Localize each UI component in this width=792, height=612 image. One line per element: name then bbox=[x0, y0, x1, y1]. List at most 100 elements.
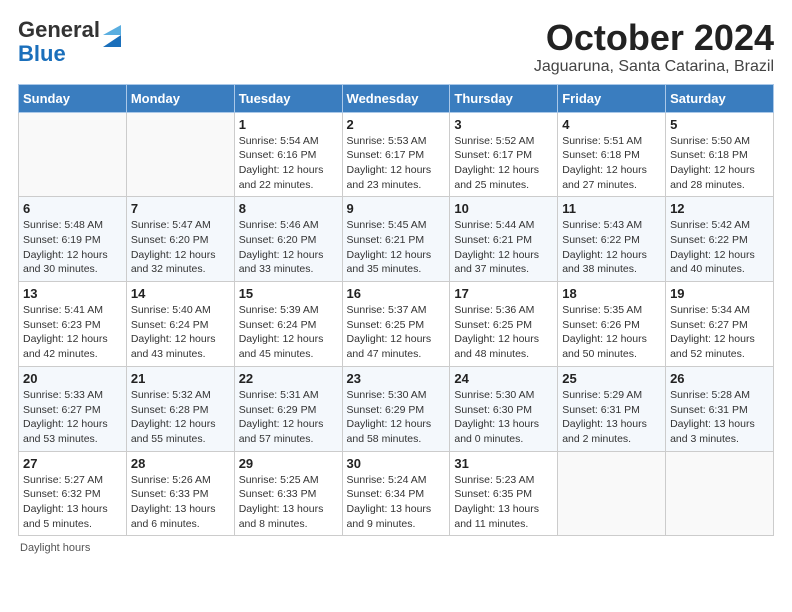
calendar-cell bbox=[558, 451, 666, 536]
calendar-cell: 21 Sunrise: 5:32 AM Sunset: 6:28 PM Dayli… bbox=[126, 366, 234, 451]
logo: General Blue bbox=[18, 18, 121, 66]
day-number: 16 bbox=[347, 286, 446, 301]
day-info: Sunrise: 5:54 AM Sunset: 6:16 PM Dayligh… bbox=[239, 134, 338, 193]
day-number: 2 bbox=[347, 117, 446, 132]
day-info: Sunrise: 5:34 AM Sunset: 6:27 PM Dayligh… bbox=[670, 303, 769, 362]
day-number: 29 bbox=[239, 456, 338, 471]
calendar-cell: 18 Sunrise: 5:35 AM Sunset: 6:26 PM Dayli… bbox=[558, 282, 666, 367]
day-number: 7 bbox=[131, 201, 230, 216]
calendar-week-row: 13 Sunrise: 5:41 AM Sunset: 6:23 PM Dayli… bbox=[19, 282, 774, 367]
day-number: 13 bbox=[23, 286, 122, 301]
calendar-cell: 17 Sunrise: 5:36 AM Sunset: 6:25 PM Dayli… bbox=[450, 282, 558, 367]
calendar-header-thursday: Thursday bbox=[450, 84, 558, 112]
calendar-week-row: 6 Sunrise: 5:48 AM Sunset: 6:19 PM Daylig… bbox=[19, 197, 774, 282]
calendar-cell: 24 Sunrise: 5:30 AM Sunset: 6:30 PM Dayli… bbox=[450, 366, 558, 451]
day-info: Sunrise: 5:36 AM Sunset: 6:25 PM Dayligh… bbox=[454, 303, 553, 362]
day-number: 4 bbox=[562, 117, 661, 132]
day-info: Sunrise: 5:37 AM Sunset: 6:25 PM Dayligh… bbox=[347, 303, 446, 362]
calendar-cell: 5Sunrise: 5:50 AM Sunset: 6:18 PM Daylig… bbox=[666, 112, 774, 197]
calendar-cell: 28 Sunrise: 5:26 AM Sunset: 6:33 PM Dayli… bbox=[126, 451, 234, 536]
calendar-cell: 2 Sunrise: 5:53 AM Sunset: 6:17 PM Daylig… bbox=[342, 112, 450, 197]
day-number: 27 bbox=[23, 456, 122, 471]
calendar-cell: 14 Sunrise: 5:40 AM Sunset: 6:24 PM Dayli… bbox=[126, 282, 234, 367]
day-info: Sunrise: 5:41 AM Sunset: 6:23 PM Dayligh… bbox=[23, 303, 122, 362]
calendar-cell: 3Sunrise: 5:52 AM Sunset: 6:17 PM Daylig… bbox=[450, 112, 558, 197]
calendar-cell: 15 Sunrise: 5:39 AM Sunset: 6:24 PM Dayli… bbox=[234, 282, 342, 367]
calendar-week-row: 20 Sunrise: 5:33 AM Sunset: 6:27 PM Dayli… bbox=[19, 366, 774, 451]
calendar-cell: 16 Sunrise: 5:37 AM Sunset: 6:25 PM Dayli… bbox=[342, 282, 450, 367]
day-info: Sunrise: 5:29 AM Sunset: 6:31 PM Dayligh… bbox=[562, 388, 661, 447]
day-info: Sunrise: 5:30 AM Sunset: 6:30 PM Dayligh… bbox=[454, 388, 553, 447]
day-info: Sunrise: 5:32 AM Sunset: 6:28 PM Dayligh… bbox=[131, 388, 230, 447]
page: General Blue October 2024 Jaguaruna, San… bbox=[0, 0, 792, 564]
day-info: Sunrise: 5:28 AM Sunset: 6:31 PM Dayligh… bbox=[670, 388, 769, 447]
day-info: Sunrise: 5:27 AM Sunset: 6:32 PM Dayligh… bbox=[23, 473, 122, 532]
day-info: Sunrise: 5:46 AM Sunset: 6:20 PM Dayligh… bbox=[239, 218, 338, 277]
calendar-header-row: SundayMondayTuesdayWednesdayThursdayFrid… bbox=[19, 84, 774, 112]
day-info: Sunrise: 5:45 AM Sunset: 6:21 PM Dayligh… bbox=[347, 218, 446, 277]
calendar-header-friday: Friday bbox=[558, 84, 666, 112]
page-subtitle: Jaguaruna, Santa Catarina, Brazil bbox=[534, 58, 774, 76]
calendar-table: SundayMondayTuesdayWednesdayThursdayFrid… bbox=[18, 84, 774, 537]
day-number: 28 bbox=[131, 456, 230, 471]
day-number: 23 bbox=[347, 371, 446, 386]
calendar-cell bbox=[666, 451, 774, 536]
logo-general: General Blue bbox=[18, 18, 100, 66]
day-info: Sunrise: 5:48 AM Sunset: 6:19 PM Dayligh… bbox=[23, 218, 122, 277]
day-info: Sunrise: 5:47 AM Sunset: 6:20 PM Dayligh… bbox=[131, 218, 230, 277]
calendar-cell: 29 Sunrise: 5:25 AM Sunset: 6:33 PM Dayli… bbox=[234, 451, 342, 536]
day-number: 20 bbox=[23, 371, 122, 386]
day-number: 9 bbox=[347, 201, 446, 216]
day-number: 6 bbox=[23, 201, 122, 216]
day-info: Sunrise: 5:25 AM Sunset: 6:33 PM Dayligh… bbox=[239, 473, 338, 532]
day-number: 31 bbox=[454, 456, 553, 471]
calendar-cell: 12 Sunrise: 5:42 AM Sunset: 6:22 PM Dayli… bbox=[666, 197, 774, 282]
calendar-cell: 10Sunrise: 5:44 AM Sunset: 6:21 PM Dayli… bbox=[450, 197, 558, 282]
day-number: 19 bbox=[670, 286, 769, 301]
day-info: Sunrise: 5:51 AM Sunset: 6:18 PM Dayligh… bbox=[562, 134, 661, 193]
calendar-header-monday: Monday bbox=[126, 84, 234, 112]
day-number: 14 bbox=[131, 286, 230, 301]
header: General Blue October 2024 Jaguaruna, San… bbox=[18, 18, 774, 76]
calendar-header-sunday: Sunday bbox=[19, 84, 127, 112]
day-number: 1 bbox=[239, 117, 338, 132]
day-number: 24 bbox=[454, 371, 553, 386]
day-info: Sunrise: 5:40 AM Sunset: 6:24 PM Dayligh… bbox=[131, 303, 230, 362]
calendar-header-wednesday: Wednesday bbox=[342, 84, 450, 112]
calendar-cell: 1 Sunrise: 5:54 AM Sunset: 6:16 PM Daylig… bbox=[234, 112, 342, 197]
day-number: 8 bbox=[239, 201, 338, 216]
calendar-cell: 6 Sunrise: 5:48 AM Sunset: 6:19 PM Daylig… bbox=[19, 197, 127, 282]
calendar-cell: 22Sunrise: 5:31 AM Sunset: 6:29 PM Dayli… bbox=[234, 366, 342, 451]
footer: Daylight hours bbox=[18, 542, 774, 554]
day-info: Sunrise: 5:35 AM Sunset: 6:26 PM Dayligh… bbox=[562, 303, 661, 362]
day-number: 30 bbox=[347, 456, 446, 471]
calendar-cell: 19 Sunrise: 5:34 AM Sunset: 6:27 PM Dayli… bbox=[666, 282, 774, 367]
day-number: 15 bbox=[239, 286, 338, 301]
day-number: 5 bbox=[670, 117, 769, 132]
calendar-cell: 8 Sunrise: 5:46 AM Sunset: 6:20 PM Daylig… bbox=[234, 197, 342, 282]
calendar-cell: 26 Sunrise: 5:28 AM Sunset: 6:31 PM Dayli… bbox=[666, 366, 774, 451]
day-info: Sunrise: 5:42 AM Sunset: 6:22 PM Dayligh… bbox=[670, 218, 769, 277]
calendar-cell: 23Sunrise: 5:30 AM Sunset: 6:29 PM Dayli… bbox=[342, 366, 450, 451]
day-info: Sunrise: 5:26 AM Sunset: 6:33 PM Dayligh… bbox=[131, 473, 230, 532]
calendar-cell: 27 Sunrise: 5:27 AM Sunset: 6:32 PM Dayli… bbox=[19, 451, 127, 536]
day-info: Sunrise: 5:33 AM Sunset: 6:27 PM Dayligh… bbox=[23, 388, 122, 447]
day-info: Sunrise: 5:53 AM Sunset: 6:17 PM Dayligh… bbox=[347, 134, 446, 193]
calendar-cell: 11Sunrise: 5:43 AM Sunset: 6:22 PM Dayli… bbox=[558, 197, 666, 282]
calendar-cell: 7 Sunrise: 5:47 AM Sunset: 6:20 PM Daylig… bbox=[126, 197, 234, 282]
day-number: 12 bbox=[670, 201, 769, 216]
day-info: Sunrise: 5:24 AM Sunset: 6:34 PM Dayligh… bbox=[347, 473, 446, 532]
day-number: 21 bbox=[131, 371, 230, 386]
calendar-cell: 9 Sunrise: 5:45 AM Sunset: 6:21 PM Daylig… bbox=[342, 197, 450, 282]
day-number: 17 bbox=[454, 286, 553, 301]
day-number: 26 bbox=[670, 371, 769, 386]
day-info: Sunrise: 5:31 AM Sunset: 6:29 PM Dayligh… bbox=[239, 388, 338, 447]
day-number: 25 bbox=[562, 371, 661, 386]
calendar-cell: 20 Sunrise: 5:33 AM Sunset: 6:27 PM Dayli… bbox=[19, 366, 127, 451]
day-number: 18 bbox=[562, 286, 661, 301]
title-block: October 2024 Jaguaruna, Santa Catarina, … bbox=[534, 18, 774, 76]
day-number: 11 bbox=[562, 201, 661, 216]
calendar-cell: 31Sunrise: 5:23 AM Sunset: 6:35 PM Dayli… bbox=[450, 451, 558, 536]
calendar-header-saturday: Saturday bbox=[666, 84, 774, 112]
day-info: Sunrise: 5:39 AM Sunset: 6:24 PM Dayligh… bbox=[239, 303, 338, 362]
